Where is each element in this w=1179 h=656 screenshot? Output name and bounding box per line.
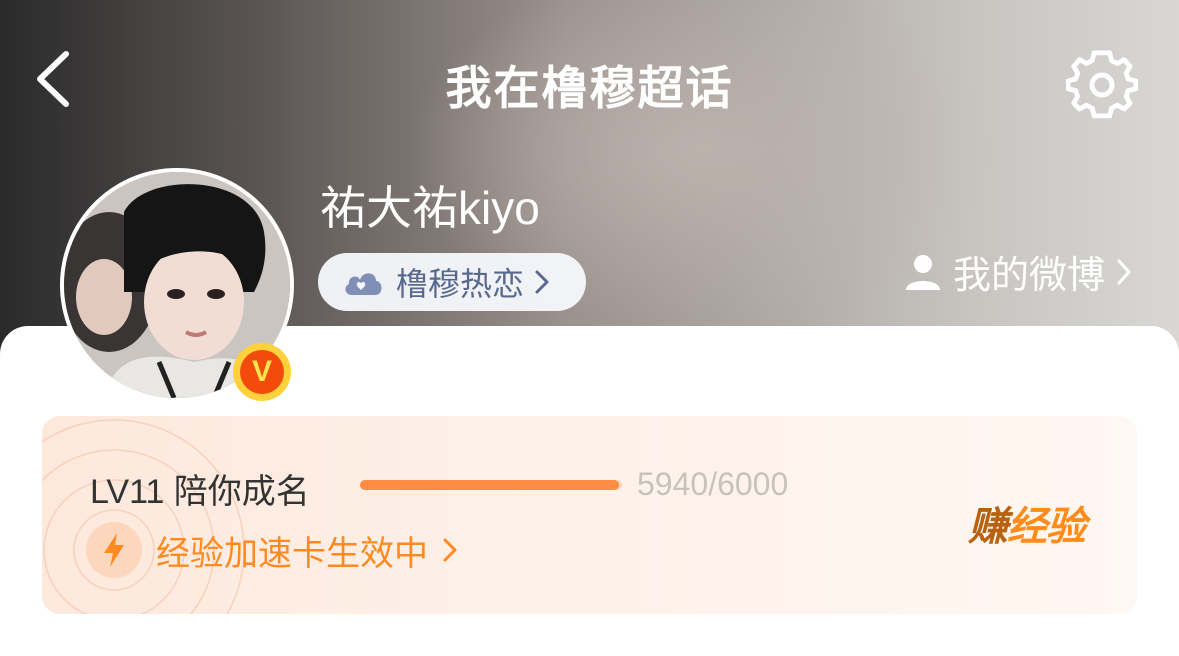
experience-progress-text: 5940/6000 xyxy=(637,466,789,502)
earn-button-suffix: 经验 xyxy=(1007,504,1086,550)
earn-experience-button[interactable]: 赚经验 xyxy=(968,494,1086,552)
boost-card-link[interactable]: 经验加速卡生效中 xyxy=(86,522,458,578)
gear-icon xyxy=(1065,50,1139,119)
chevron-right-icon xyxy=(535,270,549,294)
verified-badge-letter: V xyxy=(240,350,284,394)
boost-label: 经验加速卡生效中 xyxy=(156,533,428,574)
settings-button[interactable] xyxy=(1065,48,1139,120)
person-icon xyxy=(905,254,940,290)
earn-button-prefix: 赚 xyxy=(968,504,1008,550)
my-weibo-label: 我的微博 xyxy=(952,253,1105,297)
boost-icon-wrap xyxy=(86,522,142,578)
experience-progress-bar xyxy=(360,480,622,490)
ripple-decoration xyxy=(42,419,245,614)
username: 祐大祐kiyo xyxy=(320,182,540,234)
level-label: LV11 陪你成名 xyxy=(90,473,310,511)
page-title: 我在橹穆超话 xyxy=(445,61,734,115)
chevron-right-icon xyxy=(1117,259,1131,284)
chevron-right-icon xyxy=(443,538,457,562)
my-weibo-link[interactable]: 我的微博 xyxy=(903,244,1133,299)
cloud-heart-icon xyxy=(345,273,382,295)
experience-progress-fill xyxy=(360,480,620,490)
verified-badge: V xyxy=(233,343,291,401)
lightning-icon xyxy=(104,533,124,567)
topic-tag-label: 橹穆热恋 xyxy=(396,265,525,303)
experience-card[interactable]: LV11 陪你成名 5940/6000 经验加速卡生效中 赚经验 xyxy=(42,416,1137,614)
topic-tag-button[interactable]: 橹穆热恋 xyxy=(318,253,587,311)
